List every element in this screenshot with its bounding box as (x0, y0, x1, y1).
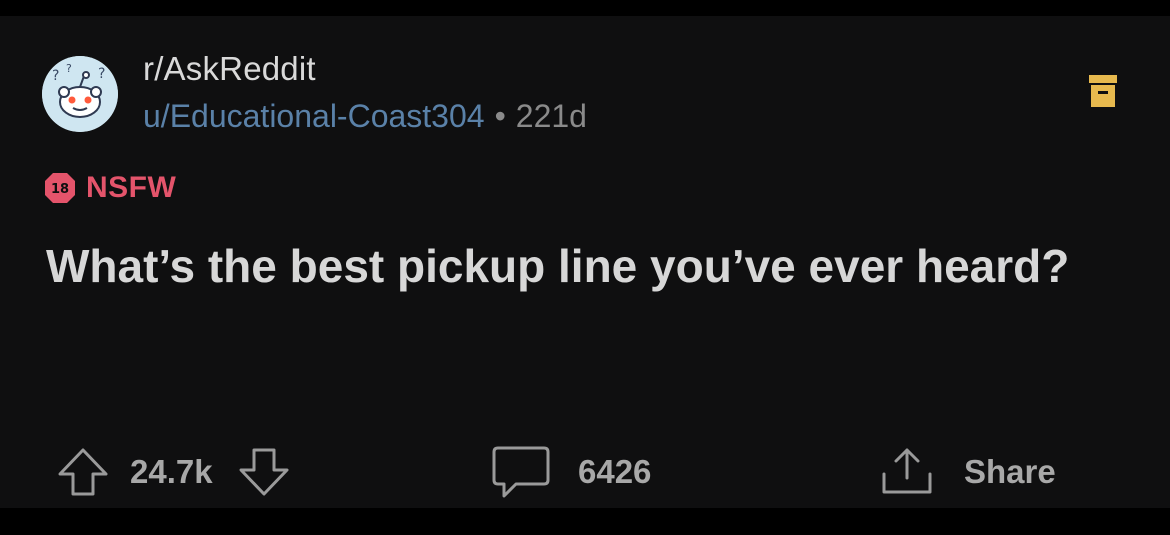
svg-text:18: 18 (51, 182, 69, 197)
svg-text:?: ? (98, 66, 105, 82)
screenshot-frame: ? ? ? r/AskReddit u/Educational-Coast304… (0, 0, 1170, 535)
subreddit-avatar[interactable]: ? ? ? (42, 56, 118, 132)
post-age: 221d (515, 98, 587, 134)
post-title[interactable]: What’s the best pickup line you’ve ever … (46, 238, 1126, 295)
nsfw-tag: 18 NSFW (42, 170, 176, 206)
vote-score: 24.7k (130, 453, 213, 490)
comments-button[interactable]: 6426 (490, 440, 651, 504)
svg-text:?: ? (66, 62, 72, 75)
author-link[interactable]: u/Educational-Coast304 (143, 98, 485, 134)
share-button[interactable]: Share (876, 440, 1056, 504)
share-icon (876, 444, 938, 500)
nsfw-18-badge-icon: 18 (42, 170, 78, 206)
comment-bubble-icon (490, 444, 552, 500)
comment-count: 6426 (578, 453, 652, 490)
subreddit-name[interactable]: r/AskReddit (143, 50, 316, 88)
downvote-arrow-icon[interactable] (237, 447, 291, 497)
upvote-arrow-icon[interactable] (56, 447, 110, 497)
snoo-icon: ? ? ? (42, 56, 118, 132)
post-card[interactable]: ? ? ? r/AskReddit u/Educational-Coast304… (0, 16, 1170, 508)
svg-text:?: ? (52, 68, 59, 84)
archive-box-icon (1088, 73, 1118, 109)
share-label: Share (964, 453, 1056, 490)
vote-controls: 24.7k (56, 440, 291, 504)
nsfw-label: NSFW (86, 171, 177, 204)
post-meta: u/Educational-Coast304 • 221d (143, 98, 587, 135)
meta-separator: • (494, 98, 506, 134)
